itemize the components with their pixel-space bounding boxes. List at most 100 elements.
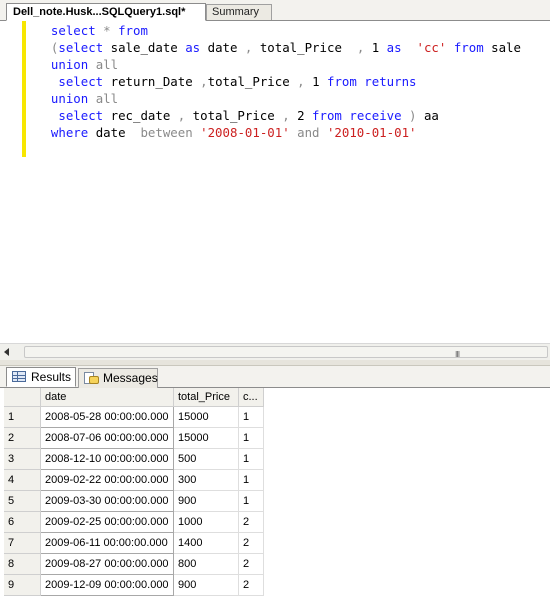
- results-grid-area: date total_Price c... 1 2008-05-28 00:00:…: [0, 388, 550, 596]
- row-number[interactable]: 8: [4, 553, 41, 575]
- cell-total-price[interactable]: 1000: [173, 511, 239, 533]
- code-token: returns: [364, 74, 417, 89]
- code-token: aa: [423, 108, 439, 123]
- cell-total-price[interactable]: 15000: [173, 406, 239, 428]
- code-token: between: [140, 125, 201, 140]
- code-token: ,: [177, 108, 193, 123]
- row-number[interactable]: 3: [4, 448, 41, 470]
- cell-cc[interactable]: 1: [238, 469, 264, 491]
- code-line[interactable]: select rec_date , total_Price , 2 from r…: [36, 107, 521, 124]
- cell-total-price[interactable]: 900: [173, 574, 239, 596]
- table-row[interactable]: 8 2009-08-27 00:00:00.000 800 2: [4, 553, 264, 575]
- row-number[interactable]: 5: [4, 490, 41, 512]
- cell-cc[interactable]: 1: [238, 406, 264, 428]
- code-token: rec_date: [110, 108, 178, 123]
- table-row[interactable]: 6 2009-02-25 00:00:00.000 1000 2: [4, 511, 264, 533]
- code-token: 1: [312, 74, 327, 89]
- tab-sqlquery1[interactable]: Dell_note.Husk...SQLQuery1.sql*: [6, 3, 206, 21]
- cell-date[interactable]: 2008-05-28 00:00:00.000: [40, 406, 174, 428]
- row-number[interactable]: 9: [4, 574, 41, 596]
- code-token: ,: [297, 74, 313, 89]
- code-token: total_Price: [259, 40, 357, 55]
- cell-date[interactable]: 2009-03-30 00:00:00.000: [40, 490, 174, 512]
- code-token: ,: [356, 40, 372, 55]
- cell-date[interactable]: 2008-07-06 00:00:00.000: [40, 427, 174, 449]
- cell-cc[interactable]: 1: [238, 427, 264, 449]
- column-header-total-price[interactable]: total_Price: [173, 388, 239, 407]
- cell-total-price[interactable]: 15000: [173, 427, 239, 449]
- cell-cc[interactable]: 1: [238, 448, 264, 470]
- column-header-cc[interactable]: c...: [238, 388, 264, 407]
- row-header-corner[interactable]: [4, 388, 41, 407]
- grid-header-row: date total_Price c...: [4, 388, 264, 407]
- row-number[interactable]: 6: [4, 511, 41, 533]
- code-token: where: [36, 125, 96, 140]
- cell-date[interactable]: 2009-08-27 00:00:00.000: [40, 553, 174, 575]
- cell-total-price[interactable]: 800: [173, 553, 239, 575]
- cell-cc[interactable]: 2: [238, 532, 264, 554]
- messages-icon: [84, 372, 99, 385]
- cell-date[interactable]: 2008-12-10 00:00:00.000: [40, 448, 174, 470]
- table-row[interactable]: 2 2008-07-06 00:00:00.000 15000 1: [4, 427, 264, 449]
- code-token: from: [453, 40, 492, 55]
- table-row[interactable]: 1 2008-05-28 00:00:00.000 15000 1: [4, 406, 264, 428]
- code-line[interactable]: select return_Date ,total_Price , 1 from…: [36, 73, 521, 90]
- code-token: receive: [349, 108, 410, 123]
- tab-messages-label: Messages: [103, 371, 158, 385]
- cell-total-price[interactable]: 300: [173, 469, 239, 491]
- code-token: total_Price: [192, 108, 283, 123]
- column-header-date[interactable]: date: [40, 388, 174, 407]
- cell-cc[interactable]: 2: [238, 574, 264, 596]
- code-token: all: [95, 91, 119, 106]
- grid-body: 1 2008-05-28 00:00:00.000 15000 1 2 2008-07-0…: [4, 406, 264, 596]
- cell-cc[interactable]: 2: [238, 553, 264, 575]
- row-number[interactable]: 4: [4, 469, 41, 491]
- code-token: 1: [371, 40, 387, 55]
- code-token: date: [207, 40, 245, 55]
- code-token: ,: [200, 74, 208, 89]
- cell-total-price[interactable]: 500: [173, 448, 239, 470]
- table-row[interactable]: 4 2009-02-22 00:00:00.000 300 1: [4, 469, 264, 491]
- cell-total-price[interactable]: 1400: [173, 532, 239, 554]
- row-number[interactable]: 1: [4, 406, 41, 428]
- code-token: and: [297, 125, 327, 140]
- cell-date[interactable]: 2009-02-22 00:00:00.000: [40, 469, 174, 491]
- code-token: select: [36, 23, 104, 38]
- table-row[interactable]: 3 2008-12-10 00:00:00.000 500 1: [4, 448, 264, 470]
- tab-messages[interactable]: Messages: [78, 368, 158, 388]
- code-token: total_Price: [207, 74, 298, 89]
- code-line[interactable]: select * from: [36, 22, 521, 39]
- scrollbar-thumb[interactable]: III: [24, 346, 548, 359]
- table-row[interactable]: 5 2009-03-30 00:00:00.000 900 1: [4, 490, 264, 512]
- code-line[interactable]: (select sale_date as date , total_Price …: [36, 39, 521, 56]
- cell-cc[interactable]: 1: [238, 490, 264, 512]
- code-token: sale_date: [110, 40, 186, 55]
- row-number[interactable]: 7: [4, 532, 41, 554]
- code-token: (: [36, 40, 59, 55]
- table-row[interactable]: 7 2009-06-11 00:00:00.000 1400 2: [4, 532, 264, 554]
- scroll-left-arrow-icon[interactable]: [4, 348, 9, 356]
- results-grid: date total_Price c... 1 2008-05-28 00:00:…: [4, 388, 264, 596]
- cell-date[interactable]: 2009-12-09 00:00:00.000: [40, 574, 174, 596]
- code-token: select: [36, 108, 111, 123]
- code-line[interactable]: where date between '2008-01-01' and '201…: [36, 124, 521, 141]
- code-token: date: [95, 125, 141, 140]
- row-number[interactable]: 2: [4, 427, 41, 449]
- code-line[interactable]: union all: [36, 90, 521, 107]
- tab-results[interactable]: Results: [6, 367, 76, 387]
- code-token: union: [36, 91, 96, 106]
- cell-cc[interactable]: 2: [238, 511, 264, 533]
- code-token: return_Date: [110, 74, 201, 89]
- cell-date[interactable]: 2009-06-11 00:00:00.000: [40, 532, 174, 554]
- cell-date[interactable]: 2009-02-25 00:00:00.000: [40, 511, 174, 533]
- tab-results-label: Results: [31, 370, 72, 384]
- table-row[interactable]: 9 2009-12-09 00:00:00.000 900 2: [4, 574, 264, 596]
- editor-horizontal-scrollbar[interactable]: III: [0, 343, 550, 360]
- scrollbar-grip-icon: III: [455, 350, 460, 359]
- code-line[interactable]: union all: [36, 56, 521, 73]
- sql-code[interactable]: select * from (select sale_date as date …: [36, 22, 521, 141]
- query-editor[interactable]: select * from (select sale_date as date …: [0, 21, 550, 343]
- cell-total-price[interactable]: 900: [173, 490, 239, 512]
- tab-summary[interactable]: Summary: [206, 4, 272, 20]
- code-token: sale: [491, 40, 521, 55]
